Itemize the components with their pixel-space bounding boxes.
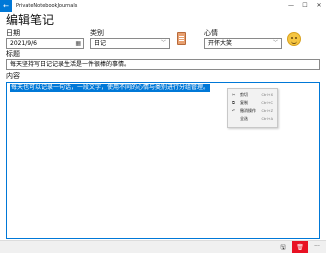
back-button[interactable]: ← — [0, 0, 12, 12]
menu-item-shortcut: Ctrl+Z — [261, 109, 273, 113]
laughing-face-icon — [287, 32, 301, 46]
notebook-icon — [177, 32, 186, 45]
menu-item-shortcut: Ctrl+C — [261, 101, 273, 105]
title-value: 每天坚持写日记记录生活是一件很棒的事情。 — [10, 61, 131, 68]
mood-select[interactable]: 开怀大笑 ﹀ — [204, 38, 282, 49]
menu-item-label: 全选 — [240, 116, 248, 121]
window-controls: — ☐ ✕ — [284, 0, 326, 12]
command-bar: 🖫 🗑 ··· — [0, 240, 326, 253]
selected-content-text: 每天也可以记录一句话，一段文字，使用不同的心情与类别进行分组管理。 — [10, 84, 211, 92]
menu-item-copy[interactable]: ⧉ 复制 Ctrl+C — [228, 99, 277, 107]
date-label: 日期 — [6, 29, 20, 37]
save-icon: 🖫 — [280, 244, 286, 251]
date-picker[interactable]: 2021/9/6 ▦ — [6, 38, 84, 49]
menu-item-select-all[interactable]: 全选 Ctrl+A — [228, 115, 277, 123]
back-arrow-icon: ← — [3, 2, 9, 10]
menu-item-shortcut: Ctrl+X — [261, 93, 273, 97]
mood-label: 心情 — [204, 29, 218, 37]
title-bar: ← PrivateNotebookJournals — ☐ ✕ — [0, 0, 326, 12]
menu-item-cut[interactable]: ✂ 剪切 Ctrl+X — [228, 91, 277, 99]
menu-item-label: 复制 — [240, 100, 248, 105]
maximize-icon[interactable]: ☐ — [298, 0, 312, 12]
calendar-icon[interactable]: ▦ — [75, 39, 81, 48]
menu-item-label: 剪切 — [240, 92, 248, 97]
chevron-down-icon: ﹀ — [272, 40, 278, 46]
category-value: 日记 — [94, 40, 107, 47]
undo-icon: ↶ — [232, 108, 236, 113]
trash-icon: 🗑 — [296, 244, 304, 251]
cut-icon: ✂ — [232, 92, 236, 97]
menu-item-shortcut: Ctrl+A — [261, 117, 273, 121]
chevron-down-icon: ﹀ — [160, 40, 166, 46]
mood-value: 开怀大笑 — [208, 40, 233, 47]
copy-icon: ⧉ — [232, 100, 235, 105]
window-title: PrivateNotebookJournals — [16, 3, 78, 9]
more-button[interactable]: ··· — [312, 243, 322, 252]
minimize-icon[interactable]: — — [284, 0, 298, 12]
category-select[interactable]: 日记 ﹀ — [90, 38, 170, 49]
context-menu: ✂ 剪切 Ctrl+X ⧉ 复制 Ctrl+C ↶ 撤消操作 Ctrl+Z 全选… — [227, 88, 278, 128]
save-button[interactable]: 🖫 — [278, 243, 288, 252]
category-label: 类别 — [90, 29, 104, 37]
close-icon[interactable]: ✕ — [312, 0, 326, 12]
menu-item-undo[interactable]: ↶ 撤消操作 Ctrl+Z — [228, 107, 277, 115]
more-icon: ··· — [314, 243, 320, 250]
delete-button[interactable]: 🗑 — [292, 241, 308, 253]
date-value: 2021/9/6 — [10, 40, 37, 47]
menu-item-label: 撤消操作 — [240, 108, 256, 113]
title-label: 标题 — [6, 50, 20, 58]
page-title: 编辑笔记 — [6, 13, 55, 27]
content-label: 内容 — [6, 72, 20, 80]
title-input[interactable]: 每天坚持写日记记录生活是一件很棒的事情。 — [6, 59, 320, 70]
